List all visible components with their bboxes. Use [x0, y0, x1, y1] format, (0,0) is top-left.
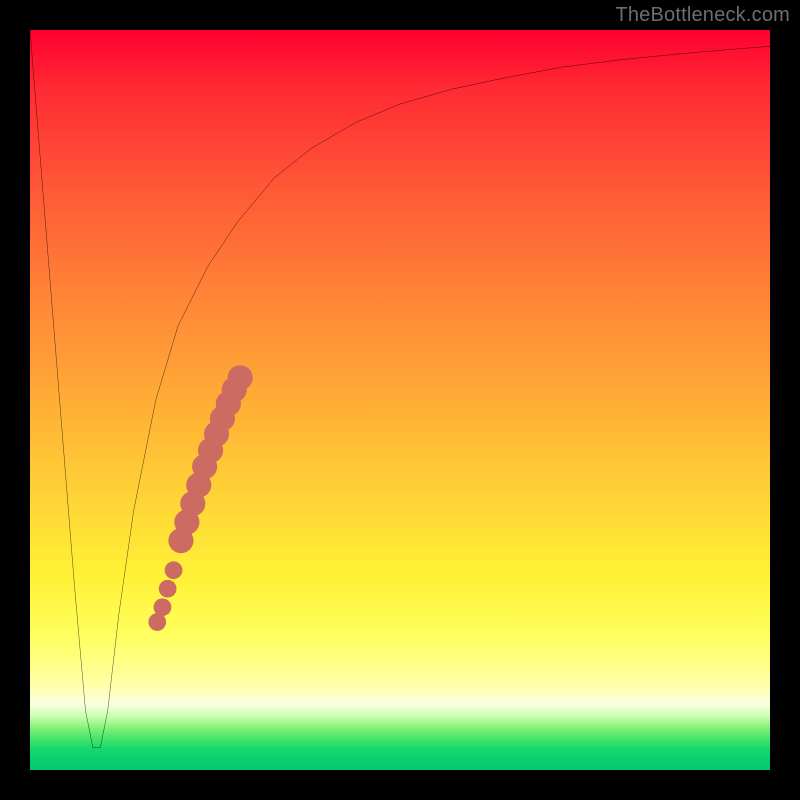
marker-dot	[154, 598, 172, 616]
curve-overlay	[30, 30, 770, 770]
marker-dot	[165, 561, 183, 579]
marker-dot	[159, 580, 177, 598]
bottleneck-curve-path	[30, 30, 770, 748]
watermark-text: TheBottleneck.com	[615, 4, 790, 27]
marker-group	[148, 365, 252, 631]
plot-area	[30, 30, 770, 770]
chart-frame: TheBottleneck.com	[0, 0, 800, 800]
marker-dot	[228, 365, 253, 390]
